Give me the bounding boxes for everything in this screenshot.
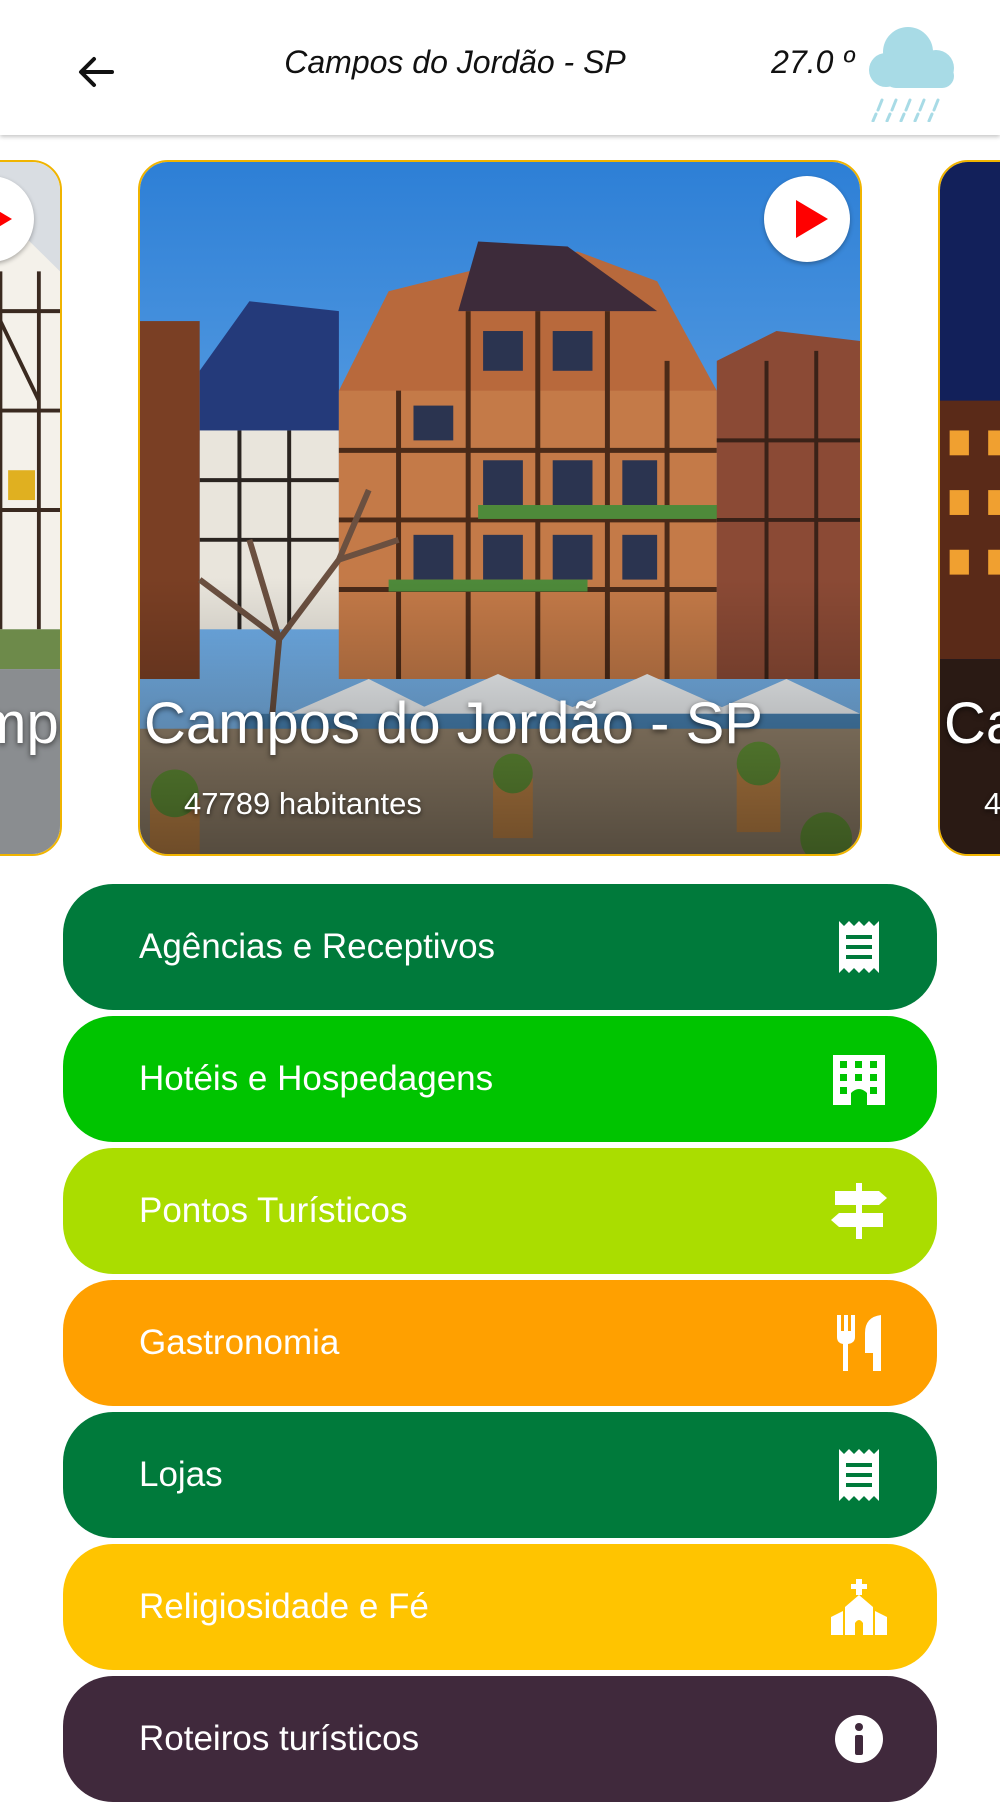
info-icon [829, 1709, 889, 1769]
church-icon [829, 1577, 889, 1637]
back-button[interactable] [72, 48, 120, 96]
city-carousel[interactable]: Campos do Jordão - SP [0, 160, 1000, 860]
receipt-icon [829, 917, 889, 977]
menu-item-label: Religiosidade e Fé [139, 1544, 429, 1670]
hotel-icon [829, 1049, 889, 1109]
rain-cloud-icon [862, 18, 962, 122]
page-title: Campos do Jordão - SP [230, 44, 680, 81]
category-menu: Agências e Receptivos Hotéis e Hospedage… [63, 884, 937, 1808]
receipt-icon [829, 1445, 889, 1505]
app-header: Campos do Jordão - SP 27.0 º [0, 0, 1000, 135]
menu-item-label: Hotéis e Hospedagens [139, 1016, 493, 1142]
card-title-next: Campos do Jordão - SP [944, 690, 1000, 757]
play-video-button-prev[interactable] [0, 176, 34, 262]
menu-item-religiosidade[interactable]: Religiosidade e Fé [63, 1544, 937, 1670]
carousel-card-current[interactable]: Campos do Jordão - SP 47789 habitantes [138, 160, 862, 856]
menu-item-label: Roteiros turísticos [139, 1676, 419, 1802]
menu-item-pontos[interactable]: Pontos Turísticos [63, 1148, 937, 1274]
restaurant-icon [829, 1313, 889, 1373]
menu-item-label: Gastronomia [139, 1280, 339, 1406]
carousel-card-next[interactable]: Campos do Jordão - SP 47789 habitantes [938, 160, 1000, 856]
menu-item-label: Lojas [139, 1412, 223, 1538]
carousel-card-prev[interactable]: Campos do Jordão - SP [0, 160, 62, 856]
card-population-next: 47789 habitantes [984, 786, 1000, 822]
card-title-prev: Campos do Jordão - SP [0, 690, 62, 757]
play-video-button[interactable] [764, 176, 850, 262]
signpost-icon [829, 1181, 889, 1241]
menu-item-lojas[interactable]: Lojas [63, 1412, 937, 1538]
play-icon [764, 176, 850, 262]
arrow-left-icon [72, 48, 120, 96]
play-icon [0, 176, 34, 262]
card-title: Campos do Jordão - SP [144, 690, 763, 757]
temperature-readout: 27.0 º [744, 44, 854, 81]
menu-item-label: Agências e Receptivos [139, 884, 495, 1010]
menu-item-hoteis[interactable]: Hotéis e Hospedagens [63, 1016, 937, 1142]
menu-item-gastronomia[interactable]: Gastronomia [63, 1280, 937, 1406]
card-population: 47789 habitantes [184, 786, 422, 822]
menu-item-roteiros[interactable]: Roteiros turísticos [63, 1676, 937, 1802]
menu-item-agencias[interactable]: Agências e Receptivos [63, 884, 937, 1010]
menu-item-label: Pontos Turísticos [139, 1148, 407, 1274]
